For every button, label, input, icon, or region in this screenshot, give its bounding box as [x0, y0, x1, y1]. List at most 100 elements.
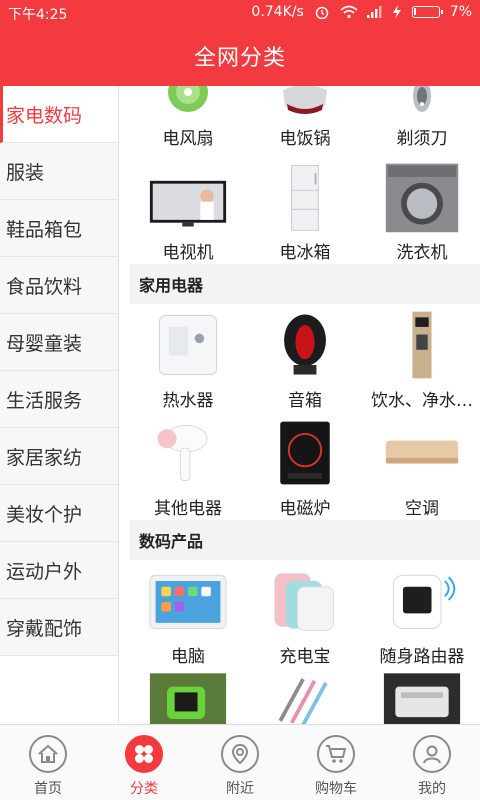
- nav-item-label: 我的: [418, 781, 446, 797]
- category-tile[interactable]: 洗衣机: [364, 156, 480, 264]
- smartwatch-image: [148, 672, 228, 724]
- sidebar-item-label: 鞋品箱包: [6, 218, 83, 241]
- category-tile[interactable]: 电冰箱: [247, 156, 363, 264]
- sidebar-item-clothing[interactable]: 服装: [0, 143, 118, 200]
- category-tile-label: 充电宝: [279, 647, 331, 667]
- category-tile[interactable]: 随身路由器: [364, 560, 480, 668]
- page-title: 全网分类: [193, 46, 286, 71]
- sidebar-item-baby-kids[interactable]: 母婴童装: [0, 314, 118, 371]
- sidebar-item-label: 生活服务: [6, 389, 83, 412]
- nav-item-nearby[interactable]: 附近: [192, 725, 288, 800]
- status-right: 0.74K/s 7%: [251, 4, 472, 20]
- sidebar-item-label: 穿戴配饰: [6, 617, 83, 640]
- battery-icon: [411, 6, 443, 18]
- header-bar: 全网分类: [0, 26, 480, 86]
- nav-item-label: 附近: [226, 781, 254, 797]
- section-header-digital-products: 数码产品: [130, 520, 480, 560]
- speaker-image: [265, 308, 345, 382]
- category-tile[interactable]: [364, 668, 480, 724]
- air-conditioner-image: [382, 416, 462, 490]
- category-tile[interactable]: 饮水、净水…: [364, 304, 480, 412]
- category-tile-label: 热水器: [162, 391, 214, 411]
- category-sidebar: 家电数码 服装 鞋品箱包 食品饮料 母婴童装 生活服务 家居家纺 美妆个护 运动…: [0, 86, 119, 724]
- category-tile-label: 电风扇: [162, 129, 214, 149]
- category-tile[interactable]: 音箱: [247, 304, 363, 412]
- digital-products-row2-partial: [130, 668, 480, 724]
- sidebar-item-label: 服装: [6, 161, 45, 184]
- nav-item-category[interactable]: 分类: [96, 725, 192, 800]
- sidebar-item-appliances-digital[interactable]: 家电数码: [0, 86, 118, 143]
- nav-item-label: 购物车: [315, 781, 357, 797]
- category-tile[interactable]: [130, 668, 246, 724]
- product-grid-top-row1: 电风扇 电饭锅 剃须刀: [130, 86, 480, 156]
- nav-item-cart[interactable]: 购物车: [288, 725, 384, 800]
- rice-cooker-image: [265, 86, 345, 120]
- category-tile-label: 电脑: [171, 647, 205, 667]
- category-tile[interactable]: 电脑: [130, 560, 246, 668]
- user-icon: [413, 735, 451, 773]
- sidebar-item-food-drinks[interactable]: 食品饮料: [0, 257, 118, 314]
- usb-hub-image: [382, 672, 462, 724]
- category-tile-label: 随身路由器: [379, 647, 465, 667]
- category-icon: [125, 735, 163, 773]
- category-tile-label: 其他电器: [154, 499, 222, 519]
- home-appliances-row2: 其他电器 电磁炉 空调: [130, 412, 480, 520]
- category-content: 电风扇 电饭锅 剃须刀 电视机 电冰箱 洗衣机 家用电器 热水器 音箱 饮水、净…: [130, 86, 480, 724]
- sidebar-item-home-textile[interactable]: 家居家纺: [0, 428, 118, 485]
- sidebar-item-sports-outdoor[interactable]: 运动户外: [0, 542, 118, 599]
- sidebar-item-label: 食品饮料: [6, 275, 83, 298]
- category-tile[interactable]: 其他电器: [130, 412, 246, 520]
- sidebar-item-beauty-care[interactable]: 美妆个护: [0, 485, 118, 542]
- usb-cable-image: [265, 672, 345, 724]
- charging-icon: [392, 5, 402, 19]
- sidebar-item-life-services[interactable]: 生活服务: [0, 371, 118, 428]
- nav-item-home[interactable]: 首页: [0, 725, 96, 800]
- nav-item-label: 分类: [130, 781, 158, 797]
- cart-icon: [317, 735, 355, 773]
- home-icon: [29, 735, 67, 773]
- digital-products-row1: 电脑 充电宝 随身路由器: [130, 560, 480, 668]
- sidebar-item-label: 家电数码: [6, 104, 83, 127]
- category-tile[interactable]: 电磁炉: [247, 412, 363, 520]
- category-tile-label: 电视机: [162, 243, 214, 263]
- sidebar-item-shoes-bags[interactable]: 鞋品箱包: [0, 200, 118, 257]
- tablet-image: [148, 564, 228, 638]
- category-tile-label: 洗衣机: [396, 243, 448, 263]
- product-grid-top-row2: 电视机 电冰箱 洗衣机: [130, 156, 480, 264]
- induction-cooker-image: [265, 416, 345, 490]
- fan-image: [148, 86, 228, 120]
- app-root: 下午4:25 0.74K/s 7% 全网分类 家电数码 服装 鞋品箱包 食品饮料…: [0, 0, 480, 800]
- category-tile[interactable]: 充电宝: [247, 560, 363, 668]
- category-tile[interactable]: 电饭锅: [247, 86, 363, 156]
- sidebar-item-accessories[interactable]: 穿戴配饰: [0, 599, 118, 656]
- category-tile-label: 饮水、净水…: [371, 391, 473, 411]
- power-bank-image: [265, 564, 345, 638]
- category-tile-label: 电饭锅: [279, 129, 331, 149]
- category-tile-label: 电冰箱: [279, 243, 331, 263]
- fridge-image: [265, 160, 345, 234]
- category-tile-label: 剃须刀: [396, 129, 448, 149]
- category-tile[interactable]: 空调: [364, 412, 480, 520]
- category-tile-label: 音箱: [288, 391, 322, 411]
- category-tile[interactable]: 电风扇: [130, 86, 246, 156]
- water-dispenser-image: [382, 308, 462, 382]
- signal-icon: [366, 5, 382, 19]
- sidebar-item-label: 家居家纺: [6, 446, 83, 469]
- category-tile[interactable]: 电视机: [130, 156, 246, 264]
- category-tile[interactable]: [247, 668, 363, 724]
- bottom-nav: 首页 分类 附近 购物车 我的: [0, 724, 480, 800]
- water-heater-image: [148, 308, 228, 382]
- status-time: 下午4:25: [8, 7, 68, 23]
- washing-machine-image: [382, 160, 462, 234]
- location-icon: [221, 735, 259, 773]
- alarm-icon: [314, 5, 330, 20]
- nav-item-profile[interactable]: 我的: [384, 725, 480, 800]
- tv-image: [148, 160, 228, 234]
- category-tile[interactable]: 剃须刀: [364, 86, 480, 156]
- nav-item-label: 首页: [34, 781, 62, 797]
- status-bar: 下午4:25 0.74K/s 7%: [0, 0, 480, 26]
- category-tile[interactable]: 热水器: [130, 304, 246, 412]
- pocket-router-image: [382, 564, 462, 638]
- category-tile-label: 空调: [405, 499, 439, 519]
- category-tile-label: 电磁炉: [279, 499, 331, 519]
